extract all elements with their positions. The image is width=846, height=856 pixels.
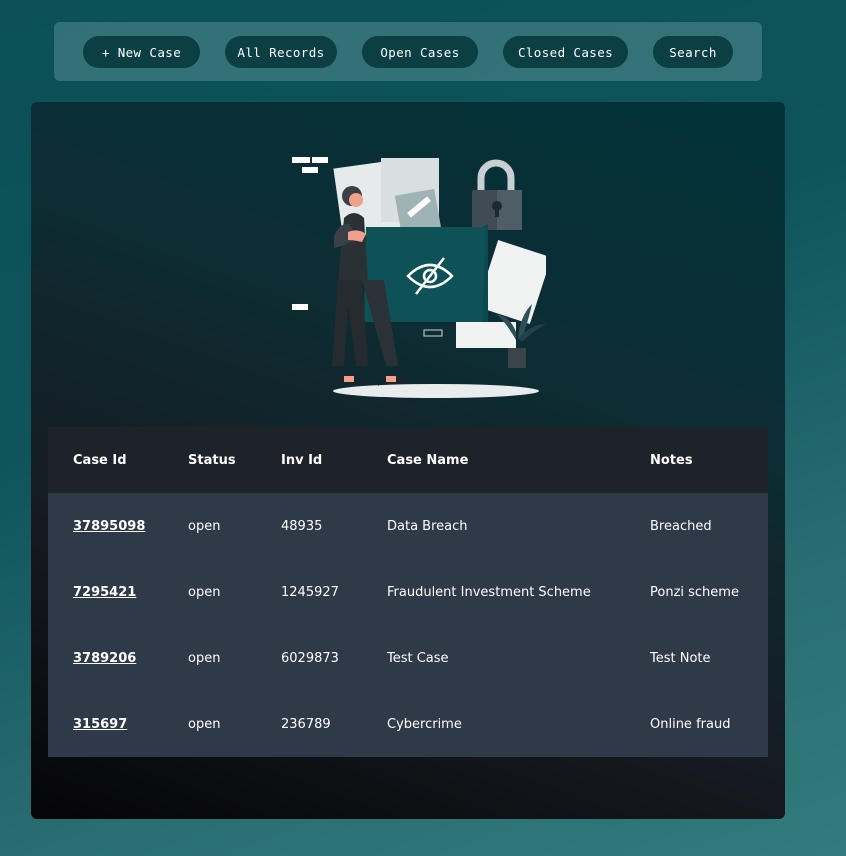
- table-row: 315697 open 236789 Cybercrime Online fra…: [48, 691, 768, 757]
- header-case-id: Case Id: [73, 452, 127, 468]
- status-cell: open: [188, 716, 221, 732]
- case-name-cell: Cybercrime: [387, 716, 462, 732]
- search-button[interactable]: Search: [653, 36, 733, 68]
- inv-id-cell: 6029873: [281, 650, 339, 666]
- new-case-button[interactable]: + New Case: [83, 36, 200, 68]
- inv-id-cell: 1245927: [281, 584, 339, 600]
- notes-cell: Test Note: [650, 650, 711, 666]
- status-cell: open: [188, 650, 221, 666]
- header-inv-id: Inv Id: [281, 452, 323, 468]
- top-nav-bar: + New Case All Records Open Cases Closed…: [54, 22, 762, 81]
- inv-id-cell: 236789: [281, 716, 331, 732]
- table-row: 37895098 open 48935 Data Breach Breached: [48, 493, 768, 559]
- header-status: Status: [188, 452, 236, 468]
- case-id-link[interactable]: 7295421: [73, 585, 136, 600]
- inv-id-cell: 48935: [281, 518, 323, 534]
- notes-cell: Breached: [650, 518, 712, 534]
- case-id-link[interactable]: 3789206: [73, 651, 136, 666]
- notes-cell: Online fraud: [650, 716, 731, 732]
- table-row: 7295421 open 1245927 Fraudulent Investme…: [48, 559, 768, 625]
- cases-table: Case Id Status Inv Id Case Name Notes 37…: [48, 427, 768, 757]
- case-name-cell: Test Case: [387, 650, 449, 666]
- closed-cases-button[interactable]: Closed Cases: [503, 36, 628, 68]
- case-name-cell: Fraudulent Investment Scheme: [387, 584, 591, 600]
- case-id-link[interactable]: 37895098: [73, 519, 145, 534]
- all-records-button[interactable]: All Records: [225, 36, 337, 68]
- cases-card: Case Id Status Inv Id Case Name Notes 37…: [31, 102, 785, 819]
- table-header: Case Id Status Inv Id Case Name Notes: [48, 427, 768, 493]
- notes-cell: Ponzi scheme: [650, 584, 739, 600]
- case-id-link[interactable]: 315697: [73, 717, 127, 732]
- header-notes: Notes: [650, 452, 693, 468]
- open-cases-button[interactable]: Open Cases: [362, 36, 478, 68]
- status-cell: open: [188, 584, 221, 600]
- private-files-illustration: [292, 157, 546, 398]
- case-name-cell: Data Breach: [387, 518, 468, 534]
- header-case-name: Case Name: [387, 452, 469, 468]
- table-row: 3789206 open 6029873 Test Case Test Note: [48, 625, 768, 691]
- status-cell: open: [188, 518, 221, 534]
